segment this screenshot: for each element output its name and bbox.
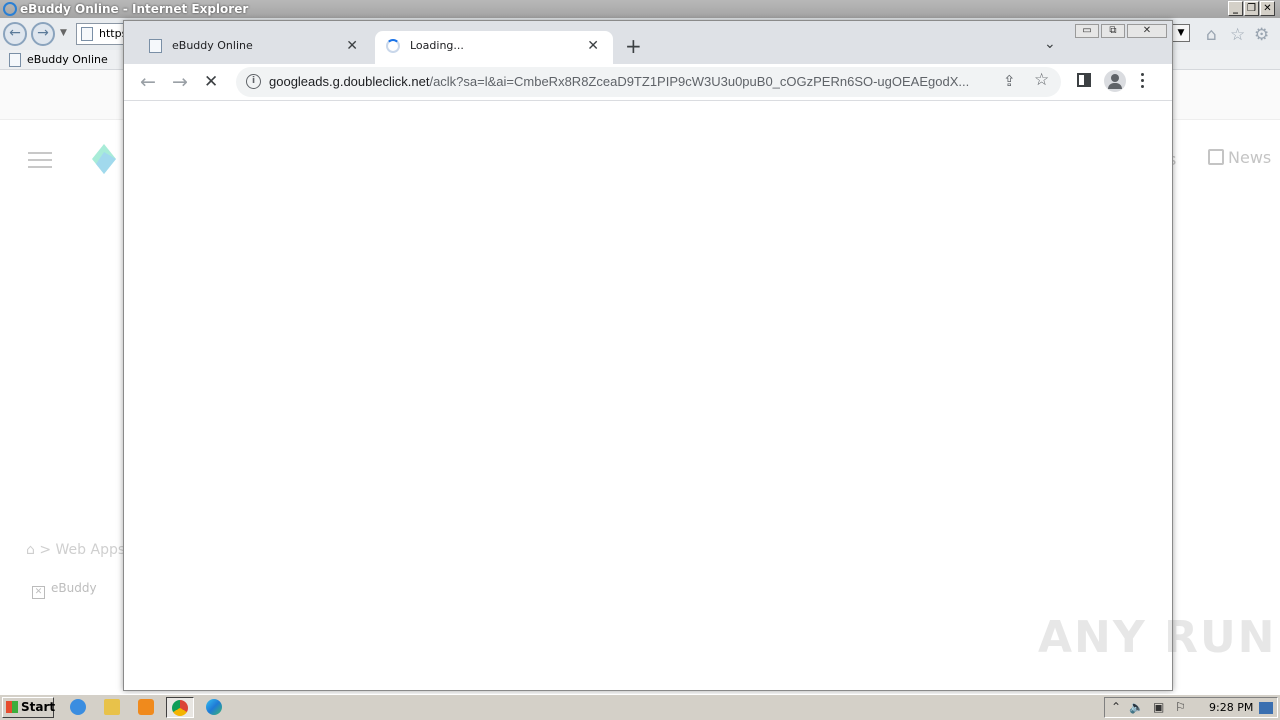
- ie-window-title: eBuddy Online - Internet Explorer: [20, 2, 249, 16]
- site-logo: [92, 144, 116, 174]
- start-label: Start: [21, 700, 56, 714]
- ie-right-toolbar: ⌂ ☆ ⚙: [1172, 18, 1280, 50]
- stop-loading-icon[interactable]: ✕: [204, 70, 218, 94]
- ie-minimize-button[interactable]: _: [1228, 1, 1243, 16]
- page-icon: [9, 53, 21, 67]
- internet-explorer-icon: [70, 699, 86, 715]
- show-desktop-icon[interactable]: [1259, 702, 1273, 714]
- hamburger-menu-icon[interactable]: [28, 152, 52, 168]
- tab-loading[interactable]: Loading... ✕: [375, 31, 613, 64]
- nav-news[interactable]: News: [1208, 148, 1271, 167]
- page-favicon-icon: [149, 39, 162, 53]
- system-tray: ⌃ 🔈 ▣ ⚐ 9:28 PM: [1104, 697, 1278, 718]
- tab-search-chevron-icon[interactable]: ⌄: [1044, 36, 1056, 52]
- omnibox[interactable]: i googleads.g.doubleclick.net/aclk?sa=l&…: [236, 67, 1061, 97]
- chrome-window: eBuddy Online ✕ Loading... ✕ + ⌄ ▭ ⧉ ✕ ←…: [123, 20, 1173, 691]
- gear-icon[interactable]: ⚙: [1254, 25, 1269, 45]
- windows-flag-icon: [6, 701, 18, 713]
- share-icon[interactable]: ⇪: [1003, 72, 1016, 90]
- tab-ebuddy-online[interactable]: eBuddy Online ✕: [132, 31, 372, 64]
- edge-icon: [206, 699, 222, 715]
- url-host: googleads.g.doubleclick.net: [269, 74, 430, 89]
- favorites-star-icon[interactable]: ☆: [1230, 25, 1245, 45]
- loading-spinner-icon: [386, 39, 400, 53]
- app-link-label: eBuddy: [51, 581, 97, 595]
- show-hidden-icons-icon[interactable]: ⌃: [1111, 700, 1121, 714]
- anyrun-watermark: ANY RUN: [1038, 612, 1277, 663]
- kebab-menu-icon[interactable]: [1141, 73, 1145, 91]
- chrome-icon: [172, 700, 188, 716]
- forward-arrow-icon[interactable]: →: [172, 70, 188, 94]
- ie-logo-icon: [3, 2, 17, 16]
- tab-close-icon[interactable]: ✕: [346, 31, 358, 61]
- home-icon[interactable]: ⌂: [1206, 25, 1217, 45]
- breadcrumb-web-apps[interactable]: > Web Apps: [39, 542, 125, 558]
- ie-title-bar: eBuddy Online - Internet Explorer _ ❐ ✕: [0, 0, 1280, 18]
- page-icon: [81, 27, 93, 41]
- side-panel-icon[interactable]: [1077, 73, 1091, 87]
- nav-news-label: News: [1228, 148, 1272, 167]
- ie-close-button[interactable]: ✕: [1260, 1, 1275, 16]
- taskbar-media-player[interactable]: [132, 697, 160, 718]
- ie-tab-ebuddy[interactable]: eBuddy Online: [4, 51, 122, 69]
- clock[interactable]: 9:28 PM: [1209, 698, 1253, 717]
- broken-image-icon: ✕: [32, 586, 45, 599]
- ie-restore-button[interactable]: ❐: [1244, 1, 1259, 16]
- taskbar-file-explorer[interactable]: [98, 697, 126, 718]
- chrome-restore-button[interactable]: ⧉: [1101, 24, 1125, 38]
- tab-title: eBuddy Online: [172, 39, 253, 52]
- breadcrumb: ⌂ > Web Apps: [26, 542, 125, 558]
- url-text[interactable]: googleads.g.doubleclick.net/aclk?sa=l&ai…: [269, 67, 999, 97]
- bookmark-star-icon[interactable]: ☆: [1034, 70, 1049, 90]
- site-info-icon[interactable]: i: [246, 74, 261, 89]
- ie-back-button[interactable]: ←: [3, 22, 27, 46]
- back-arrow-icon[interactable]: ←: [140, 70, 156, 94]
- taskbar-internet-explorer[interactable]: [64, 697, 92, 718]
- news-icon: [1208, 149, 1224, 165]
- chrome-tab-strip: eBuddy Online ✕ Loading... ✕ + ⌄ ▭ ⧉ ✕: [124, 21, 1172, 64]
- volume-icon[interactable]: 🔈: [1129, 700, 1144, 714]
- ie-history-dropdown-icon[interactable]: ▼: [60, 28, 67, 38]
- chrome-toolbar: ← → ✕ i googleads.g.doubleclick.net/aclk…: [124, 64, 1172, 101]
- new-tab-button[interactable]: +: [625, 34, 642, 58]
- ie-forward-button[interactable]: →: [31, 22, 55, 46]
- folder-icon: [104, 699, 120, 715]
- chrome-page-viewport: [124, 102, 1172, 690]
- ie-address-bar[interactable]: https: [76, 23, 128, 45]
- taskbar-chrome[interactable]: [166, 697, 194, 718]
- action-center-flag-icon[interactable]: ⚐: [1175, 700, 1186, 714]
- url-path: /aclk?sa=l&ai=CmbeRx8R8ZceaD9TZ1PIP9cW3U…: [429, 74, 970, 89]
- network-icon[interactable]: ▣: [1153, 700, 1164, 714]
- tab-close-icon[interactable]: ✕: [587, 31, 599, 61]
- profile-avatar-icon[interactable]: [1104, 70, 1126, 92]
- taskbar-edge[interactable]: [200, 697, 228, 718]
- chrome-minimize-button[interactable]: ▭: [1075, 24, 1099, 38]
- media-player-icon: [138, 699, 154, 715]
- taskbar: Start ⌃ 🔈 ▣ ⚐ 9:28 PM: [0, 694, 1280, 720]
- app-link-ebuddy[interactable]: ✕ eBuddy: [32, 581, 97, 599]
- start-button[interactable]: Start: [2, 697, 56, 718]
- tab-title: Loading...: [410, 39, 464, 52]
- home-icon[interactable]: ⌂: [26, 542, 35, 558]
- ie-tab-label: eBuddy Online: [27, 53, 108, 66]
- chrome-close-button[interactable]: ✕: [1127, 24, 1167, 38]
